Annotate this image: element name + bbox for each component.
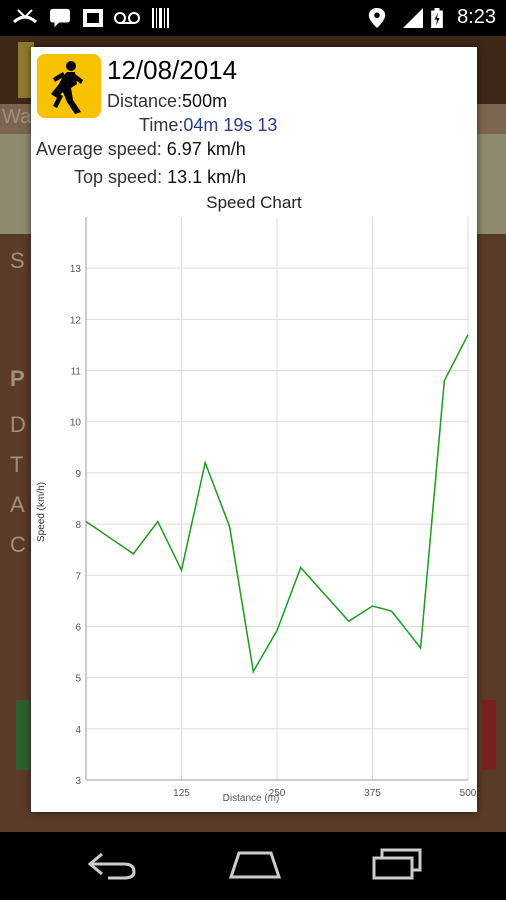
chart-grid <box>86 217 469 780</box>
background-text: T <box>10 452 24 477</box>
signal-icon <box>403 8 423 28</box>
top-speed-row: Top speed: 13.1 km/h <box>74 167 246 188</box>
background-text: S <box>10 248 25 273</box>
speed-chart: 345678910111213125 250 375 500 Distance (m)… <box>36 217 477 804</box>
chart-title: Speed Chart <box>206 193 302 212</box>
home-icon[interactable] <box>228 850 282 880</box>
average-speed-label: Average speed: <box>36 139 162 159</box>
x-axis-label: Distance (m) <box>223 793 280 804</box>
y-tick-label: 10 <box>70 418 82 429</box>
y-tick-label: 3 <box>75 776 81 787</box>
distance-label: Distance: <box>107 91 183 111</box>
time-row: Time:04m 19s 13 <box>139 115 277 136</box>
clock: 8:23 <box>457 6 496 28</box>
run-details-dialog: 12/08/2014 Distance:500m Time:04m 19s 13… <box>31 47 477 812</box>
top-speed-value: 13.1 km/h <box>167 167 247 187</box>
y-tick-label: 12 <box>70 315 82 326</box>
navigation-bar <box>0 832 506 900</box>
background-green-button <box>16 700 30 770</box>
time-value: 04m 19s 13 <box>183 115 278 135</box>
missed-call-icon <box>12 9 38 24</box>
sim-icon <box>83 9 103 27</box>
y-axis-label: Speed (km/h) <box>36 482 47 542</box>
background-text: D <box>10 412 26 437</box>
x-tick-label: 375 <box>364 788 381 799</box>
background-red-button <box>482 700 496 770</box>
x-tick-label: 125 <box>173 788 190 799</box>
background-text: A <box>10 492 25 517</box>
y-tick-label: 4 <box>75 725 81 736</box>
x-tick-label: 500 <box>460 788 477 799</box>
voicemail-icon <box>114 12 140 24</box>
battery-icon <box>431 8 443 28</box>
y-tick-label: 13 <box>70 264 82 275</box>
runner-icon <box>37 54 101 118</box>
chart-tick-labels: 345678910111213125 250 375 500 <box>70 264 477 799</box>
top-speed-label: Top speed: <box>74 167 163 187</box>
y-tick-label: 6 <box>75 622 81 633</box>
y-tick-label: 7 <box>75 571 81 582</box>
average-speed-row: Average speed: 6.97 km/h <box>36 139 246 160</box>
recent-apps-icon[interactable] <box>370 848 424 880</box>
background-text: C <box>10 532 26 557</box>
location-icon <box>368 8 386 28</box>
y-tick-label: 5 <box>75 674 81 685</box>
y-tick-label: 9 <box>75 469 81 480</box>
chat-icon <box>50 8 70 28</box>
time-label: Time: <box>139 115 184 135</box>
barcode-icon <box>152 8 169 28</box>
background-text: P <box>10 366 25 391</box>
run-date: 12/08/2014 <box>107 55 238 85</box>
distance-value: 500m <box>182 91 228 111</box>
status-bar: 8:23 <box>0 0 506 36</box>
average-speed-value: 6.97 km/h <box>166 139 246 159</box>
background-text: Wa <box>2 106 32 128</box>
y-tick-label: 8 <box>75 520 81 531</box>
back-icon[interactable] <box>88 852 138 880</box>
distance-row: Distance:500m <box>107 91 227 112</box>
y-tick-label: 11 <box>71 367 82 378</box>
